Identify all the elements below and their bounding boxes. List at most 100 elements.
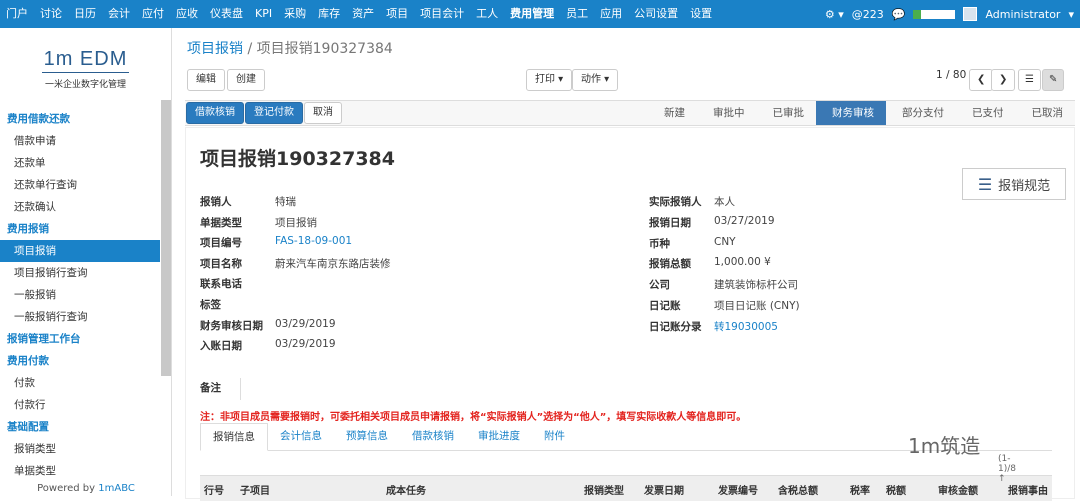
field-label: 单据类型 [200,216,242,229]
list-view-icon[interactable]: ☰ [1018,69,1041,91]
sidebar-item[interactable]: 一般报销行查询 [0,306,160,328]
sidebar-section-title[interactable]: 费用付款 [0,350,160,372]
powered-by-brand[interactable]: 1mABC [98,483,135,494]
topnav-item[interactable]: 仪表盘 [204,0,249,28]
sidebar-item[interactable]: 报销类型 [0,438,160,460]
column-header[interactable]: 成本任务 [386,482,426,497]
topnav-item[interactable]: 费用管理 [504,0,560,28]
sidebar-item[interactable]: 借款申请 [0,130,160,152]
column-header[interactable]: 行号 [204,482,224,497]
field-value: CNY [714,235,736,248]
topnav-item[interactable]: 门户 [0,0,34,28]
topnav-item[interactable]: 库存 [312,0,346,28]
column-header[interactable]: 发票编号 [718,482,758,497]
topnav-item[interactable]: 应付 [136,0,170,28]
topnav-item[interactable]: 员工 [560,0,594,28]
tab-item[interactable]: 附件 [532,423,577,450]
column-header[interactable]: 报销事由 [1008,482,1048,497]
column-header[interactable]: 子项目 [240,482,270,497]
field-value: 项目报销 [275,216,317,229]
note-text: 注：非项目成员需要报销时，可委托相关项目成员申请报销，将“实际报销人”选择为“他… [200,412,747,423]
status-step[interactable]: 部分支付 [886,101,956,125]
status-step[interactable]: 新建 [648,101,697,125]
breadcrumb-current: 项目报销190327384 [256,41,393,57]
progress-bar [913,9,956,19]
sidebar-scrollbar[interactable] [161,100,171,376]
sidebar-item[interactable]: 一般报销 [0,284,160,306]
field-value[interactable]: 转19030005 [714,319,778,334]
gear-icon[interactable]: ⚙ ▾ [825,8,844,21]
breadcrumb-parent[interactable]: 项目报销 [187,41,243,57]
next-page-button[interactable]: ❯ [991,69,1016,91]
user-menu[interactable]: Administrator [985,8,1060,21]
topnav-item[interactable]: 讨论 [34,0,68,28]
watermark-sub: (1-1)/8 ↑ [998,454,1016,484]
topnav-item[interactable]: 项目 [380,0,414,28]
cancel-button[interactable]: 取消 [304,102,342,124]
sidebar-item[interactable]: 还款单 [0,152,160,174]
status-step[interactable]: 已取消 [1016,101,1076,125]
logo-subtitle: 一米企业数字化管理 [44,80,126,90]
prev-page-button[interactable]: ❮ [969,69,994,91]
column-header[interactable]: 报销类型 [584,482,624,497]
remark-label: 备注 [200,382,221,394]
column-header[interactable]: 税额 [886,482,906,497]
sidebar-item[interactable]: 还款确认 [0,196,160,218]
field-value: 本人 [714,196,735,208]
sidebar-item[interactable]: 付款 [0,372,160,394]
form-view-icon[interactable]: ✎ [1042,69,1065,91]
status-step[interactable]: 已审批 [757,101,817,125]
notification-count[interactable]: @223 [852,8,884,21]
column-header[interactable]: 含税总额 [778,482,818,497]
policy-button[interactable]: ☰ 报销规范 [962,168,1066,200]
topnav-item[interactable]: 资产 [346,0,380,28]
tab-item[interactable]: 会计信息 [268,423,334,450]
field-label: 报销人 [200,196,232,208]
sidebar-item[interactable]: 付款行 [0,394,160,416]
topnav-item[interactable]: 会计 [102,0,136,28]
topnav-item[interactable]: KPI [249,0,278,28]
print-dropdown[interactable]: 打印 ▾ [526,69,573,91]
topnav-item[interactable]: 应用 [594,0,628,28]
sidebar-item[interactable]: 单据类型 [0,460,160,482]
sidebar-item[interactable]: 项目报销行查询 [0,262,160,284]
topnav-item[interactable]: 采购 [278,0,312,28]
tab-item[interactable]: 借款核销 [400,423,466,450]
sidebar-section-title[interactable]: 基础配置 [0,416,160,438]
sidebar-section-title[interactable]: 费用报销 [0,218,160,240]
topnav-item[interactable]: 应收 [170,0,204,28]
register-payment-button[interactable]: 登记付款 [245,102,303,124]
action-dropdown[interactable]: 动作 ▾ [572,69,619,91]
column-header[interactable]: 发票日期 [644,482,684,497]
topnav-item[interactable]: 工人 [470,0,504,28]
status-step[interactable]: 财务审核 [816,101,886,125]
sidebar-menu: 费用借款还款 借款申请 还款单 还款单行查询 还款确认 费用报销 项目报销 项目报销行查询 一般… [0,108,160,482]
chevron-down-icon[interactable]: ▾ [1068,8,1074,21]
loan-writeoff-button[interactable]: 借款核销 [186,102,244,124]
table-header: 行号 子项目 成本任务 报销类型 发票日期 发票编号 含税总额 税率 税额 审核金额 报销事由 [200,475,1052,501]
field-label: 项目名称 [200,257,242,270]
column-header[interactable]: 审核金额 [938,482,978,497]
status-step[interactable]: 已支付 [956,101,1016,125]
topnav-item[interactable]: 项目会计 [414,0,470,28]
edit-button[interactable]: 编辑 [187,69,225,91]
tab-item[interactable]: 审批进度 [466,423,532,450]
sidebar-section-title[interactable]: 费用借款还款 [0,108,160,130]
tab-item[interactable]: 报销信息 [200,423,268,451]
create-button[interactable]: 创建 [227,69,265,91]
status-step[interactable]: 审批中 [697,101,757,125]
topnav-item[interactable]: 日历 [68,0,102,28]
chat-icon[interactable]: 💬 [892,8,906,21]
sidebar-item[interactable]: 还款单行查询 [0,174,160,196]
sidebar-item[interactable]: 项目报销 [0,240,160,262]
topnav-item[interactable]: 公司设置 [628,0,684,28]
tab-item[interactable]: 预算信息 [334,423,400,450]
field-value[interactable]: FAS-18-09-001 [275,235,352,247]
powered-by-prefix: Powered by [37,483,99,494]
topnav-item[interactable]: 设置 [684,0,718,28]
column-header[interactable]: 税率 [850,482,870,497]
avatar[interactable] [963,7,978,21]
status-bar: 借款核销 登记付款 取消 新建 审批中 已审批 财务审核 部分支付 已支付 已取消 [185,100,1075,126]
sidebar-section-title[interactable]: 报销管理工作台 [0,328,160,350]
field-label: 项目编号 [200,237,242,250]
